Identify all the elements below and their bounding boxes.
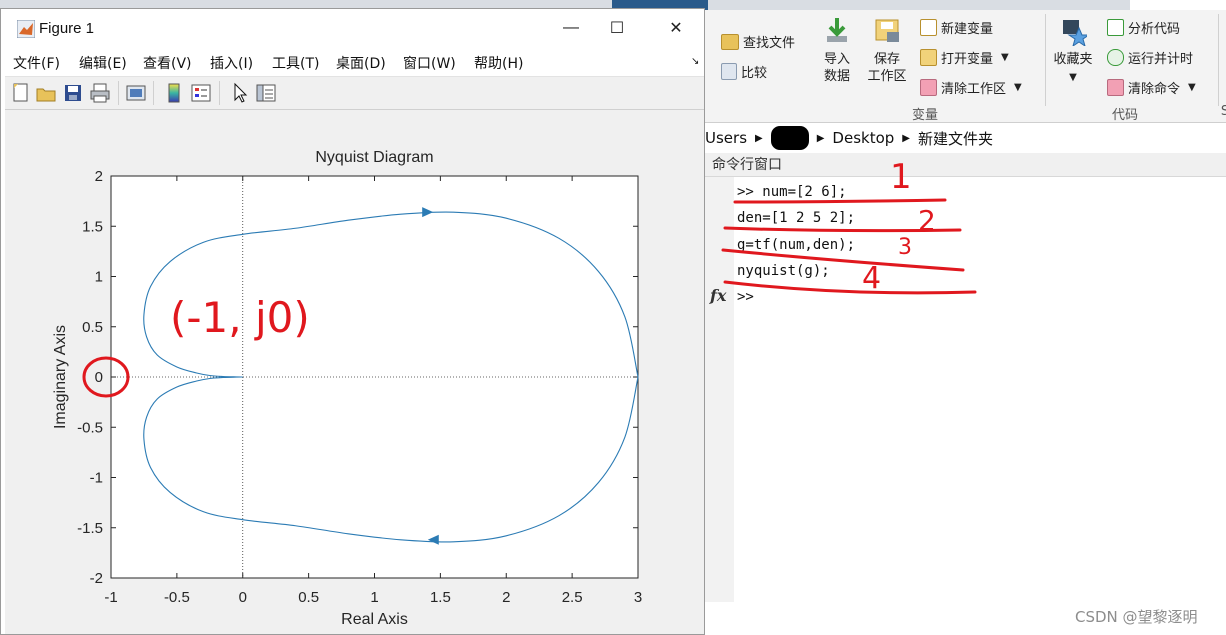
breadcrumb-arrow-icon: ▶ bbox=[902, 132, 910, 144]
point-annotation-label: (-1, j0) bbox=[170, 293, 310, 342]
chart-title: Nyquist Diagram bbox=[315, 149, 433, 166]
y-tick-label: -1.5 bbox=[77, 520, 103, 537]
clear-workspace-dropdown-icon[interactable]: ▼ bbox=[1014, 82, 1022, 93]
x-tick-label: 1.5 bbox=[430, 589, 451, 606]
group-label-code: 代码 bbox=[1111, 108, 1138, 123]
analyze-code-icon bbox=[1107, 19, 1124, 36]
breadcrumb-arrow-icon: ▶ bbox=[816, 132, 825, 144]
y-tick-label: 1 bbox=[95, 269, 103, 286]
new-variable-button[interactable]: 新建变量 bbox=[920, 18, 993, 37]
compare-button[interactable]: 比较 bbox=[721, 62, 767, 81]
underline-1 bbox=[733, 198, 947, 204]
y-tick-label: 1.5 bbox=[82, 218, 103, 235]
breadcrumb-new-folder[interactable]: 新建文件夹 bbox=[918, 128, 993, 149]
x-axis-label: Real Axis bbox=[341, 611, 408, 628]
annotation-number-3: 3 bbox=[898, 235, 912, 260]
x-tick-label: 0 bbox=[239, 589, 247, 606]
open-variable-dropdown-icon[interactable]: ▼ bbox=[1001, 52, 1009, 63]
import-arrow-icon bbox=[827, 18, 847, 42]
y-tick-label: 0 bbox=[95, 369, 103, 386]
favorites-dropdown-icon[interactable]: ▼ bbox=[1069, 72, 1077, 83]
find-files-button[interactable]: 查找文件 bbox=[721, 32, 795, 51]
x-tick-label: -0.5 bbox=[164, 589, 190, 606]
annotation-number-2: 2 bbox=[918, 204, 936, 237]
x-tick-label: 3 bbox=[634, 589, 642, 606]
run-and-time-icon bbox=[1107, 49, 1124, 66]
nyquist-plot: -1 -0.5 0 0.5 1 1.5 2 2.5 3 2 1.5 1 0.5 0 -0.5 -1 -1.5 -2… bbox=[52, 149, 642, 628]
run-and-time-button[interactable]: 运行并计时 bbox=[1107, 48, 1193, 67]
underline-4 bbox=[723, 280, 977, 295]
breadcrumb-users[interactable]: Users bbox=[705, 129, 747, 147]
open-variable-button[interactable]: 打开变量 ▼ bbox=[920, 48, 1009, 67]
breadcrumb-desktop[interactable]: Desktop bbox=[832, 129, 894, 147]
x-tick-label: 1 bbox=[370, 589, 378, 606]
compare-icon bbox=[721, 63, 737, 80]
import-data-button[interactable]: 导入 数据 bbox=[819, 16, 855, 85]
new-variable-icon bbox=[920, 19, 937, 36]
annotation-number-1: 1 bbox=[890, 157, 912, 197]
command-annotations: 1 2 3 4 bbox=[721, 157, 977, 296]
x-tick-label: -1 bbox=[104, 589, 117, 606]
clear-workspace-button[interactable]: 清除工作区 ▼ bbox=[920, 78, 1022, 97]
y-tick-label: -1 bbox=[90, 470, 103, 487]
favorites-button[interactable]: 收藏夹 ▼ bbox=[1051, 16, 1095, 86]
open-variable-icon bbox=[920, 49, 937, 66]
y-tick-label: 2 bbox=[95, 168, 103, 185]
redacted-username bbox=[770, 126, 809, 150]
y-tick-label: -0.5 bbox=[77, 419, 103, 436]
favorites-star-icon bbox=[1063, 20, 1091, 48]
underline-3 bbox=[721, 248, 965, 272]
breadcrumb-arrow-icon: ▶ bbox=[755, 132, 763, 144]
y-axis-label: Imaginary Axis bbox=[52, 325, 69, 429]
x-tick-label: 2.5 bbox=[562, 589, 583, 606]
y-tick-label: -2 bbox=[90, 570, 103, 587]
save-workspace-button[interactable]: 保存 工作区 bbox=[865, 16, 909, 85]
watermark: CSDN @望黎逐明 bbox=[1075, 608, 1198, 626]
toolstrip-separator bbox=[1218, 14, 1219, 106]
matlab-toolstrip: 查找文件 比较 导入 数据 保存 工作区 新建变量 打开变量 ▼ 清除工作区 ▼… bbox=[705, 10, 1226, 123]
clear-workspace-icon bbox=[920, 79, 937, 96]
x-tick-label: 2 bbox=[502, 589, 510, 606]
analyze-code-button[interactable]: 分析代码 bbox=[1107, 18, 1180, 37]
group-label-cut-off: S bbox=[1220, 104, 1226, 119]
group-label-variable: 变量 bbox=[911, 108, 938, 123]
clear-commands-button[interactable]: 清除命令 ▼ bbox=[1107, 78, 1196, 97]
y-tick-label: 0.5 bbox=[82, 319, 103, 336]
save-workspace-icon bbox=[875, 19, 899, 42]
clear-commands-icon bbox=[1107, 79, 1124, 96]
toolstrip-separator bbox=[1045, 14, 1046, 106]
find-files-icon bbox=[721, 33, 739, 50]
annotation-number-4: 4 bbox=[862, 261, 881, 296]
x-tick-label: 0.5 bbox=[298, 589, 319, 606]
clear-commands-dropdown-icon[interactable]: ▼ bbox=[1188, 82, 1196, 93]
